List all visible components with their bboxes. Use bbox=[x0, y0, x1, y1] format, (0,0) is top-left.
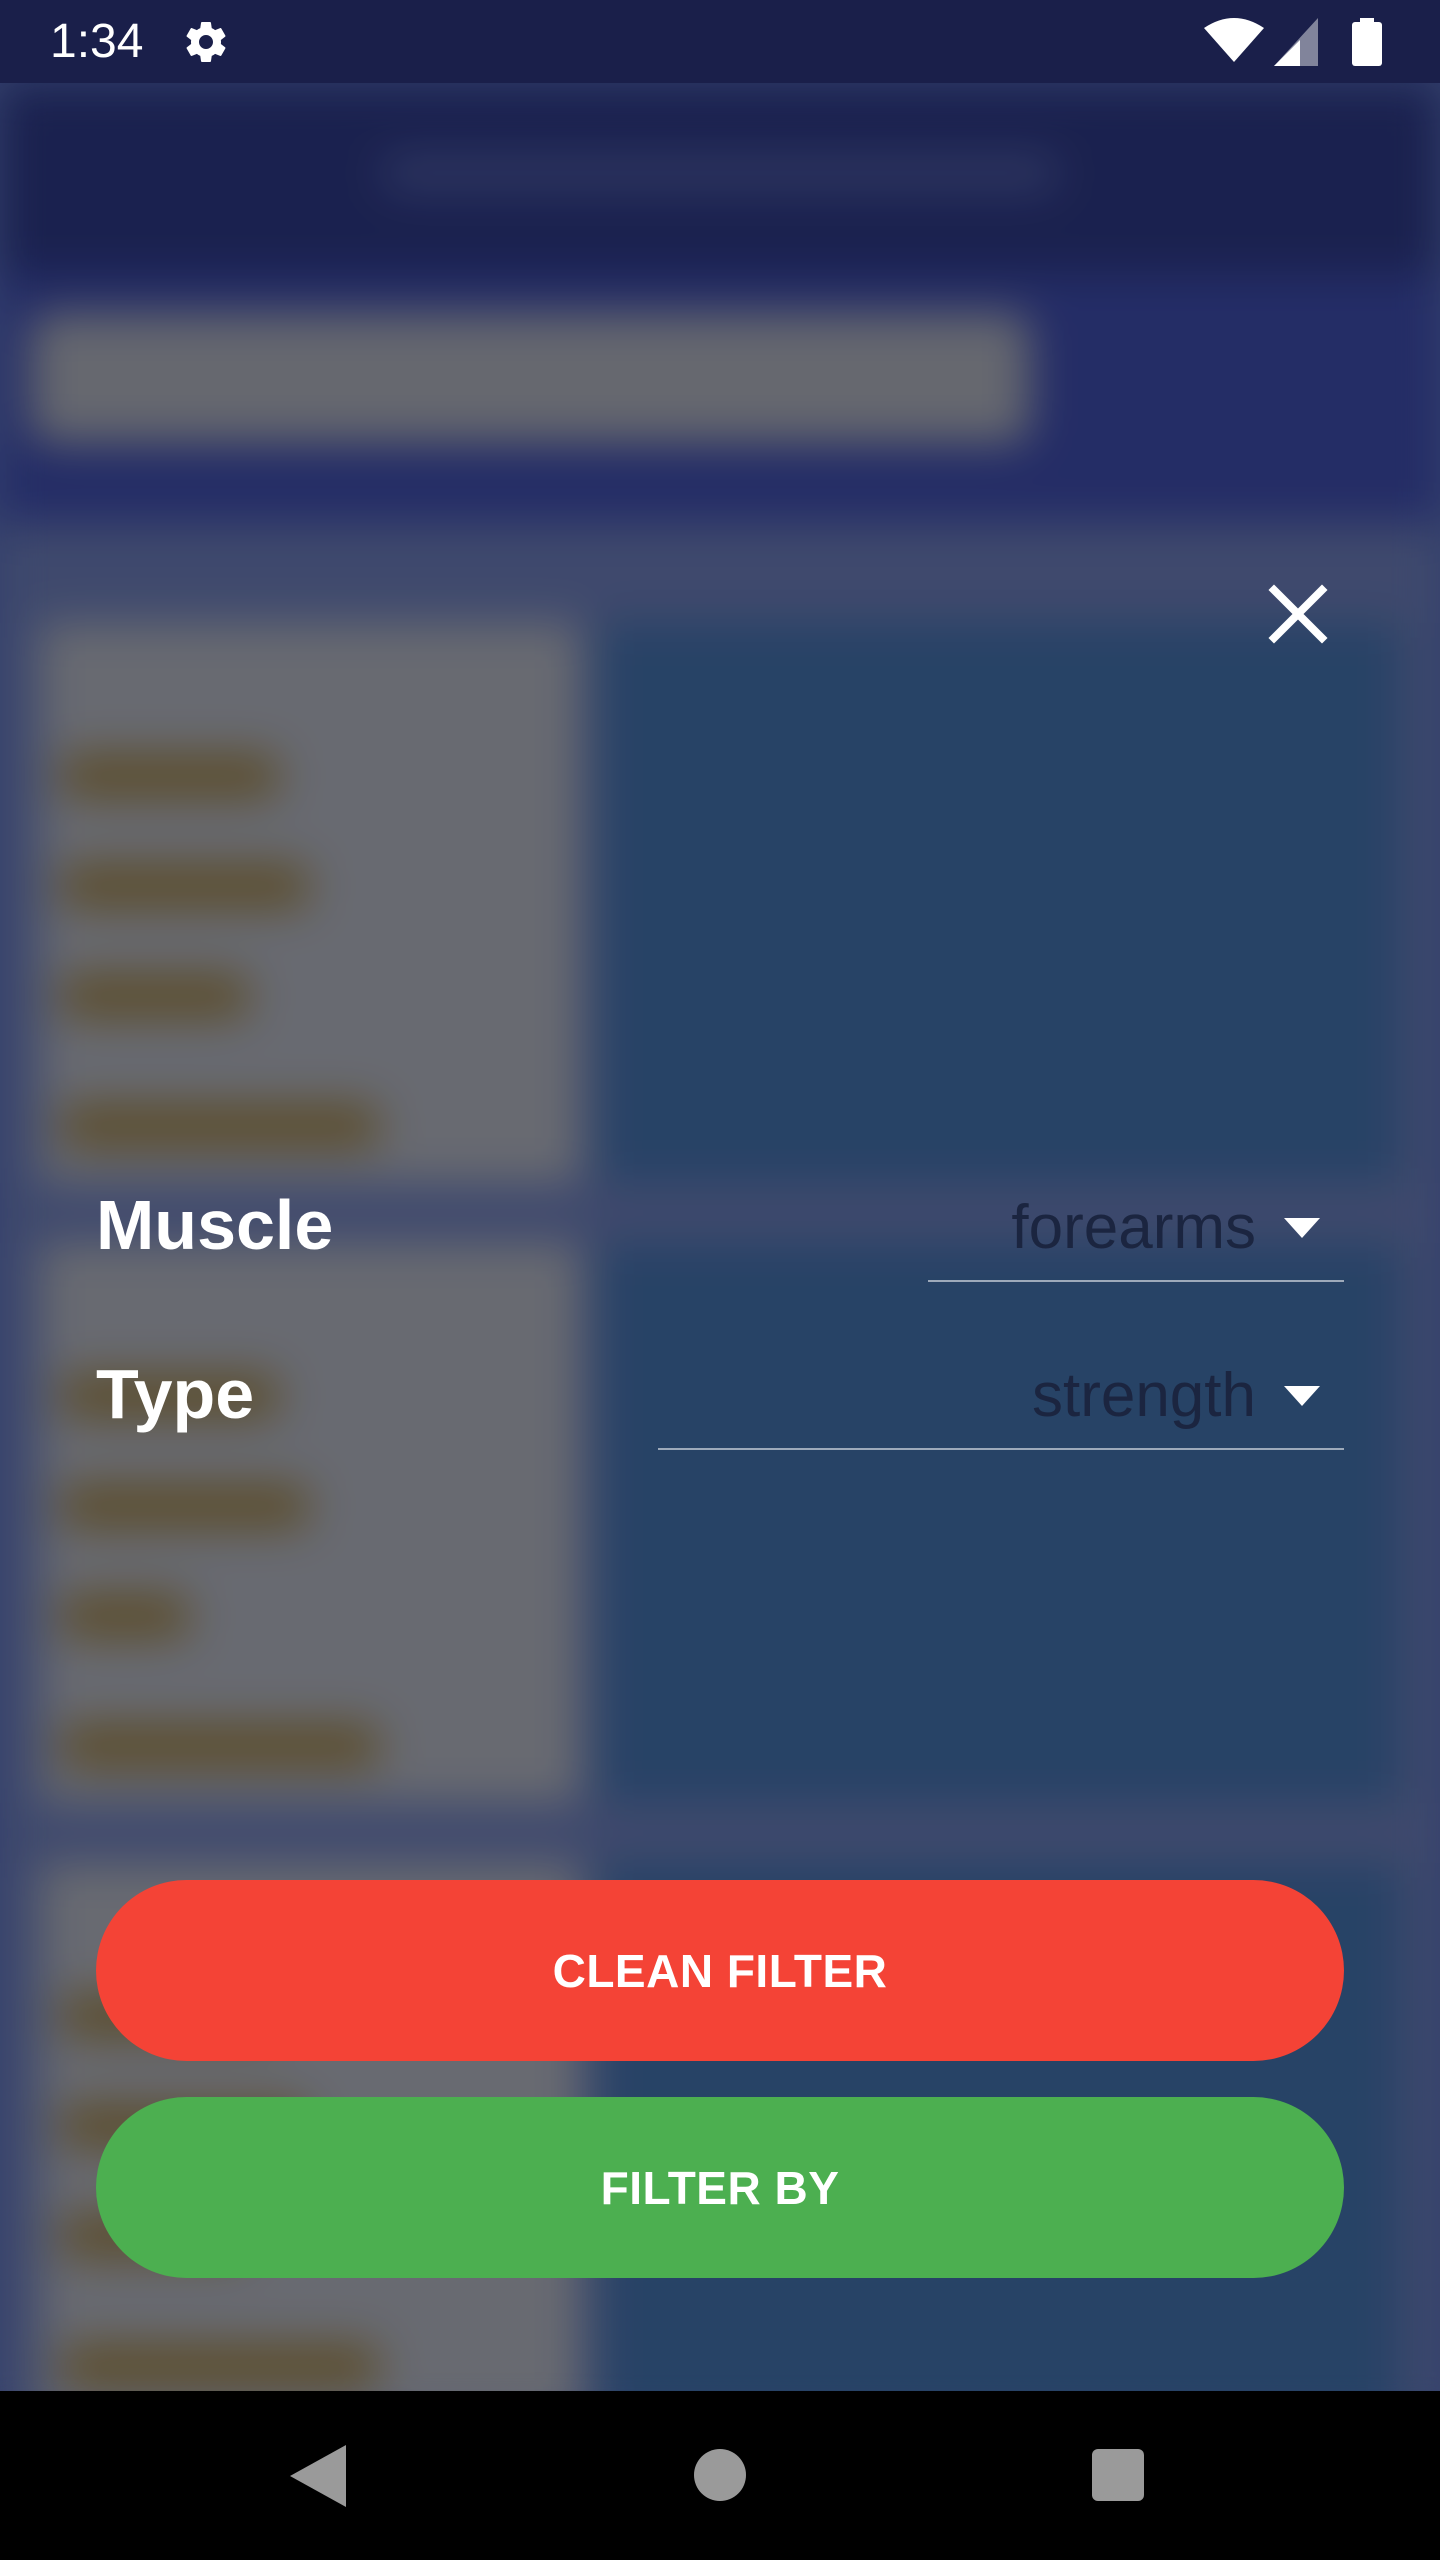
gear-icon bbox=[186, 22, 226, 62]
filter-screen: 1:34 Muscle forearms Type strength CLEAN… bbox=[0, 0, 1440, 2560]
filter-by-button[interactable]: FILTER BY bbox=[96, 2097, 1344, 2278]
type-dropdown[interactable]: strength bbox=[658, 1348, 1344, 1450]
dropdown-arrow-icon bbox=[1284, 1218, 1320, 1238]
recents-icon[interactable] bbox=[1092, 2449, 1144, 2501]
clean-filter-button[interactable]: CLEAN FILTER bbox=[96, 1880, 1344, 2061]
home-icon[interactable] bbox=[694, 2449, 746, 2501]
type-label: Type bbox=[96, 1355, 255, 1433]
close-icon[interactable] bbox=[1262, 578, 1334, 650]
wifi-icon bbox=[1204, 18, 1264, 62]
type-dropdown-value: strength bbox=[1031, 1361, 1256, 1430]
muscle-dropdown[interactable]: forearms bbox=[928, 1180, 1344, 1282]
status-bar: 1:34 bbox=[0, 0, 1440, 83]
navigation-bar bbox=[0, 2391, 1440, 2560]
dropdown-arrow-icon bbox=[1284, 1386, 1320, 1406]
status-time: 1:34 bbox=[50, 15, 144, 68]
cellular-signal-icon bbox=[1274, 18, 1318, 66]
battery-icon bbox=[1352, 18, 1382, 66]
back-icon[interactable] bbox=[290, 2445, 346, 2507]
muscle-label: Muscle bbox=[96, 1186, 334, 1264]
muscle-dropdown-value: forearms bbox=[1011, 1193, 1256, 1262]
status-icons bbox=[1204, 18, 1394, 66]
